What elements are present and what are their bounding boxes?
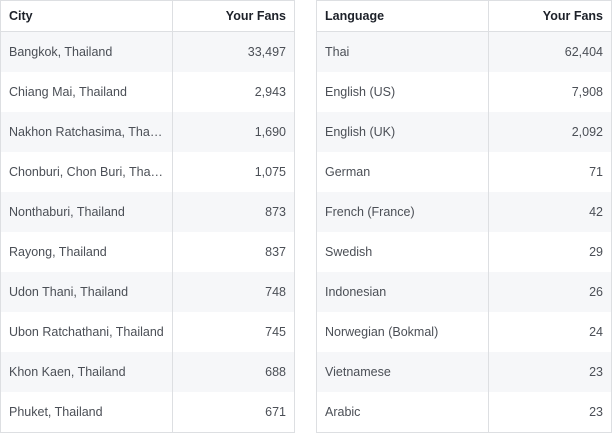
table-row: English (UK) 2,092 <box>316 112 612 152</box>
fan-count-cell: 23 <box>488 392 612 433</box>
city-name-cell: Bangkok, Thailand <box>0 31 173 72</box>
fan-count-cell: 1,075 <box>172 152 295 192</box>
table-row: Khon Kaen, Thailand 688 <box>0 352 295 392</box>
fan-count-cell: 71 <box>488 152 612 192</box>
language-fans-column-header[interactable]: Your Fans <box>488 0 612 32</box>
fan-count-cell: 873 <box>172 192 295 232</box>
fan-count-cell: 837 <box>172 232 295 272</box>
fan-count-cell: 2,092 <box>488 112 612 152</box>
table-row: Arabic 23 <box>316 392 612 433</box>
fan-count-cell: 24 <box>488 312 612 352</box>
table-row: Udon Thani, Thailand 748 <box>0 272 295 312</box>
city-fans-column-header[interactable]: Your Fans <box>172 0 295 32</box>
table-row: Vietnamese 23 <box>316 352 612 392</box>
language-table-body: Thai 62,404 English (US) 7,908 English (UK) 2… <box>316 31 612 433</box>
language-name-cell: Indonesian <box>316 272 489 312</box>
fan-count-cell: 1,690 <box>172 112 295 152</box>
city-name-cell: Phuket, Thailand <box>0 392 173 433</box>
city-name-cell: Khon Kaen, Thailand <box>0 352 173 392</box>
city-name-cell: Nonthaburi, Thailand <box>0 192 173 232</box>
fan-count-cell: 26 <box>488 272 612 312</box>
city-name-cell: Rayong, Thailand <box>0 232 173 272</box>
table-row: French (France) 42 <box>316 192 612 232</box>
table-row: Ubon Ratchathani, Thailand 745 <box>0 312 295 352</box>
language-name-cell: Swedish <box>316 232 489 272</box>
language-name-cell: French (France) <box>316 192 489 232</box>
fan-count-cell: 29 <box>488 232 612 272</box>
table-header-row: Language Your Fans <box>316 0 612 32</box>
table-row: Thai 62,404 <box>316 31 612 72</box>
language-name-cell: English (UK) <box>316 112 489 152</box>
table-header-row: City Your Fans <box>0 0 295 32</box>
city-table-body: Bangkok, Thailand 33,497 Chiang Mai, Thail… <box>0 31 295 433</box>
fan-count-cell: 745 <box>172 312 295 352</box>
city-name-cell: Ubon Ratchathani, Thailand <box>0 312 173 352</box>
table-row: English (US) 7,908 <box>316 72 612 112</box>
language-name-cell: German <box>316 152 489 192</box>
language-name-cell: Norwegian (Bokmal) <box>316 312 489 352</box>
table-row: Nonthaburi, Thailand 873 <box>0 192 295 232</box>
table-row: Swedish 29 <box>316 232 612 272</box>
fan-count-cell: 7,908 <box>488 72 612 112</box>
table-row: Chiang Mai, Thailand 2,943 <box>0 72 295 112</box>
table-row: Nakhon Ratchasima, Thail… 1,690 <box>0 112 295 152</box>
table-row: Norwegian (Bokmal) 24 <box>316 312 612 352</box>
city-name-cell: Nakhon Ratchasima, Thail… <box>0 112 173 152</box>
table-row: Rayong, Thailand 837 <box>0 232 295 272</box>
fan-count-cell: 62,404 <box>488 31 612 72</box>
fan-count-cell: 671 <box>172 392 295 433</box>
table-row: Indonesian 26 <box>316 272 612 312</box>
fan-count-cell: 688 <box>172 352 295 392</box>
city-name-cell: Udon Thani, Thailand <box>0 272 173 312</box>
fan-count-cell: 2,943 <box>172 72 295 112</box>
table-row: German 71 <box>316 152 612 192</box>
fan-count-cell: 42 <box>488 192 612 232</box>
fan-count-cell: 33,497 <box>172 31 295 72</box>
city-name-cell: Chiang Mai, Thailand <box>0 72 173 112</box>
table-row: Chonburi, Chon Buri, Thail… 1,075 <box>0 152 295 192</box>
language-name-cell: Arabic <box>316 392 489 433</box>
fan-count-cell: 23 <box>488 352 612 392</box>
city-fans-table: City Your Fans Bangkok, Thailand 33,497 Ch… <box>0 0 295 433</box>
fan-count-cell: 748 <box>172 272 295 312</box>
language-name-cell: Vietnamese <box>316 352 489 392</box>
language-column-header[interactable]: Language <box>316 0 489 32</box>
table-row: Bangkok, Thailand 33,497 <box>0 31 295 72</box>
table-row: Phuket, Thailand 671 <box>0 392 295 433</box>
city-name-cell: Chonburi, Chon Buri, Thail… <box>0 152 173 192</box>
language-name-cell: English (US) <box>316 72 489 112</box>
language-name-cell: Thai <box>316 31 489 72</box>
language-fans-table: Language Your Fans Thai 62,404 English (US… <box>316 0 612 433</box>
city-column-header[interactable]: City <box>0 0 173 32</box>
